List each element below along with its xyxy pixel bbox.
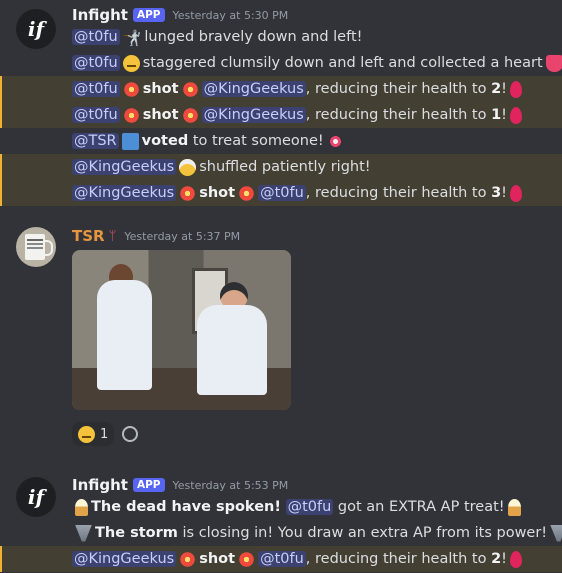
add-reaction-icon	[122, 426, 139, 442]
user-mention[interactable]: @KingGeekus	[72, 159, 177, 175]
ice-cream-emoji	[75, 498, 88, 516]
highlighted-message-line: @KingGeekus shot @t0fu , reducing their …	[0, 546, 562, 572]
collision-emoji	[179, 184, 197, 202]
author-name[interactable]: Infight	[72, 6, 128, 24]
reaction-count: 1	[100, 426, 109, 442]
action-text: shot	[142, 107, 179, 123]
reactions-bar: 1	[72, 422, 140, 446]
line-text: shuffled patiently right!	[199, 159, 371, 175]
role-icon: ᛘ	[108, 228, 117, 244]
message-line: @t0fu 🤺 lunged bravely down and left!	[0, 24, 562, 50]
fencer-emoji: 🤺	[122, 28, 142, 47]
line-text: is closing in! You draw an extra AP from…	[182, 525, 548, 541]
blood-drop-emoji	[509, 80, 522, 98]
blood-drop-emoji	[509, 106, 522, 124]
user-mention[interactable]: @KingGeekus	[201, 107, 306, 123]
highlighted-message-line: @KingGeekus shot @t0fu , reducing their …	[0, 180, 562, 206]
grin-emoji	[78, 425, 95, 443]
collision-emoji	[181, 80, 199, 98]
woozy-face-emoji	[122, 54, 140, 72]
line-text: got an EXTRA AP treat!	[337, 499, 505, 515]
collision-emoji	[238, 550, 256, 568]
blood-drop-emoji	[509, 184, 522, 202]
collision-emoji	[181, 106, 199, 124]
highlighted-message-line: @t0fu shot @KingGeekus , reducing their …	[0, 102, 562, 128]
line-text: , reducing their health to	[305, 185, 492, 201]
health-value: 3	[491, 185, 502, 201]
ice-cream-emoji	[507, 498, 521, 516]
health-value: 2	[491, 551, 502, 567]
line-text: staggered clumsily down and left and col…	[142, 55, 543, 71]
collision-emoji	[238, 184, 256, 202]
user-mention[interactable]: @TSR	[72, 133, 119, 149]
tornado-emoji	[550, 524, 562, 542]
message-line: @t0fu staggered clumsily down and left a…	[0, 50, 562, 76]
action-text: shot	[142, 81, 179, 97]
message-header: TSR ᛘ Yesterday at 5:37 PM	[72, 226, 240, 246]
tornado-emoji	[75, 524, 92, 542]
user-mention[interactable]: @KingGeekus	[72, 185, 177, 201]
gif-attachment[interactable]	[72, 250, 291, 410]
bold-text: The storm	[95, 525, 178, 541]
tsr-avatar[interactable]	[16, 227, 56, 267]
add-reaction-button[interactable]	[120, 424, 140, 444]
blood-drop-emoji	[509, 550, 522, 568]
highlighted-message-line: @t0fu shot @KingGeekus , reducing their …	[0, 76, 562, 102]
message-line: @TSR voted to treat someone!	[0, 128, 562, 154]
collision-emoji	[179, 550, 197, 568]
user-mention[interactable]: @t0fu	[258, 185, 306, 201]
highlighted-message-line: @KingGeekus shuffled patiently right!	[0, 154, 562, 180]
line-text: , reducing their health to	[305, 81, 492, 97]
user-mention[interactable]: @t0fu	[285, 499, 334, 515]
old-man-emoji	[179, 158, 197, 176]
user-mention[interactable]: @t0fu	[72, 81, 120, 97]
action-text: shot	[199, 551, 236, 567]
candy-emoji	[326, 132, 344, 150]
author-name[interactable]: TSR	[72, 227, 105, 245]
line-text: , reducing their health to	[305, 551, 492, 567]
timestamp[interactable]: Yesterday at 5:53 PM	[173, 479, 289, 492]
heart-emoji	[545, 54, 562, 72]
user-mention[interactable]: @KingGeekus	[201, 81, 306, 97]
timestamp[interactable]: Yesterday at 5:30 PM	[173, 9, 289, 22]
line-text: to treat someone!	[192, 133, 324, 149]
message-header: Infight APP Yesterday at 5:30 PM	[72, 5, 288, 25]
action-text: shot	[199, 185, 236, 201]
line-text: , reducing their health to	[305, 107, 492, 123]
message-line: The dead have spoken! @t0fu got an EXTRA…	[0, 494, 562, 520]
user-mention[interactable]: @t0fu	[72, 107, 120, 123]
app-badge: APP	[132, 478, 165, 492]
message-header: Infight APP Yesterday at 5:53 PM	[72, 475, 288, 495]
user-mention[interactable]: @t0fu	[72, 55, 120, 71]
user-mention[interactable]: @t0fu	[258, 551, 306, 567]
user-mention[interactable]: @KingGeekus	[72, 551, 177, 567]
app-badge: APP	[132, 8, 165, 22]
collision-emoji	[122, 80, 140, 98]
health-value: 2	[491, 81, 502, 97]
user-mention[interactable]: @t0fu	[72, 29, 120, 45]
line-text: lunged bravely down and left!	[144, 29, 363, 45]
action-text: voted	[141, 133, 189, 149]
health-value: 1	[491, 107, 502, 123]
timestamp[interactable]: Yesterday at 5:37 PM	[124, 230, 240, 243]
ballot-box-emoji	[121, 132, 139, 150]
collision-emoji	[122, 106, 140, 124]
message-line: The storm is closing in! You draw an ext…	[0, 520, 562, 546]
bold-text: The dead have spoken!	[91, 499, 281, 515]
reaction-grin[interactable]: 1	[72, 422, 115, 446]
author-name[interactable]: Infight	[72, 476, 128, 494]
